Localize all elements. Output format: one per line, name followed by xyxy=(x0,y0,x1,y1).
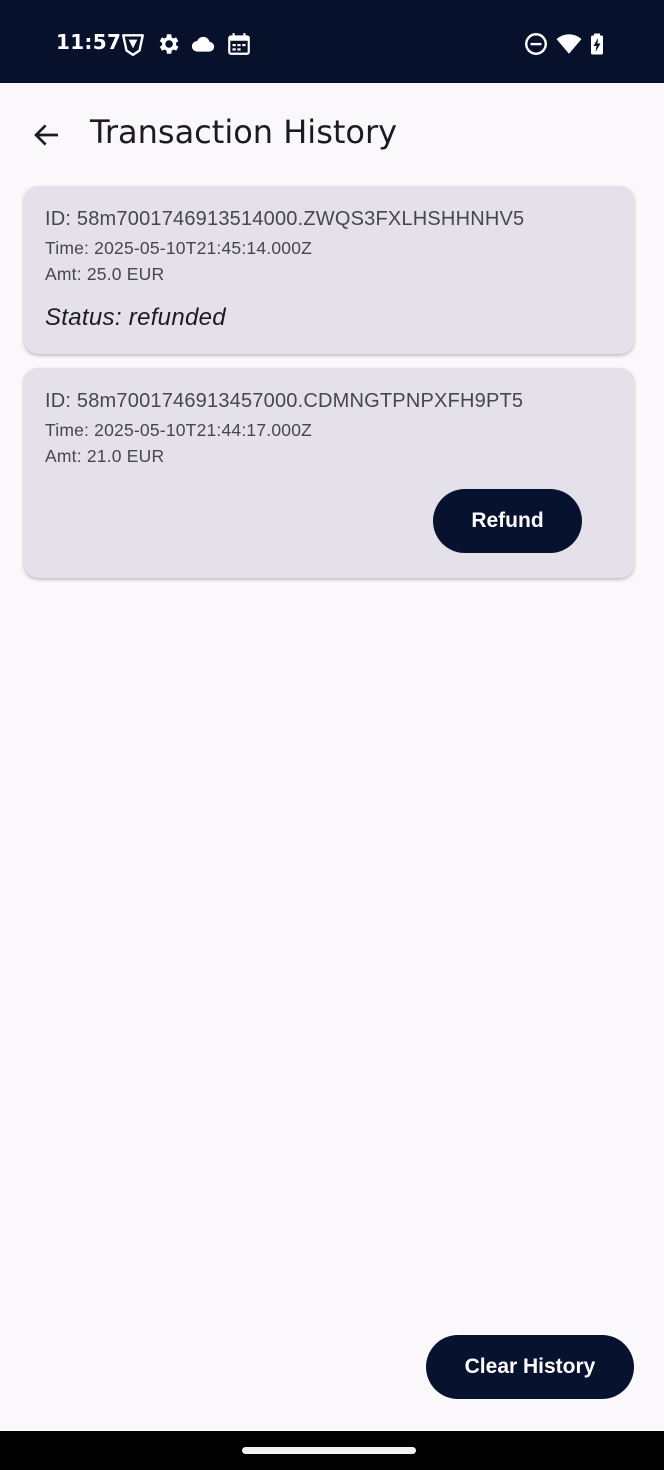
transaction-time: Time: 2025-05-10T21:44:17.000Z xyxy=(45,420,313,440)
page-title: Transaction History xyxy=(90,113,398,151)
transaction-time: Time: 2025-05-10T21:45:14.000Z xyxy=(45,238,313,258)
settings-gear-icon xyxy=(155,31,181,57)
transaction-status: Status: refunded xyxy=(45,304,226,331)
wifi-icon xyxy=(556,31,582,57)
arrow-back-icon xyxy=(34,124,58,146)
clear-history-button[interactable]: Clear History xyxy=(426,1335,634,1399)
home-gesture-handle[interactable] xyxy=(242,1447,416,1454)
vpn-shield-icon xyxy=(120,31,146,57)
transaction-card: ID: 58m7001746913514000.ZWQS3FXLHSHHNHV5… xyxy=(24,186,634,354)
transaction-amount: Amt: 21.0 EUR xyxy=(45,446,165,466)
do-not-disturb-icon xyxy=(523,31,549,57)
status-bar: 11:57 xyxy=(0,0,664,83)
calendar-icon xyxy=(226,31,252,57)
transaction-id: ID: 58m7001746913514000.ZWQS3FXLHSHHNHV5 xyxy=(45,208,525,230)
top-app-bar: Transaction History xyxy=(0,83,664,187)
transaction-amount: Amt: 25.0 EUR xyxy=(45,264,165,284)
cloud-icon xyxy=(190,31,216,57)
transaction-card: ID: 58m7001746913457000.CDMNGTPNPXFH9PT5… xyxy=(24,368,634,578)
app-screen: 11:57 Transaction History ID: 58m7001746… xyxy=(0,0,664,1470)
status-time: 11:57 xyxy=(56,30,122,54)
refund-button[interactable]: Refund xyxy=(433,489,582,553)
battery-charging-icon xyxy=(585,31,609,57)
navigation-bar xyxy=(0,1431,664,1470)
transaction-id: ID: 58m7001746913457000.CDMNGTPNPXFH9PT5 xyxy=(45,390,524,412)
back-button[interactable] xyxy=(24,113,68,157)
